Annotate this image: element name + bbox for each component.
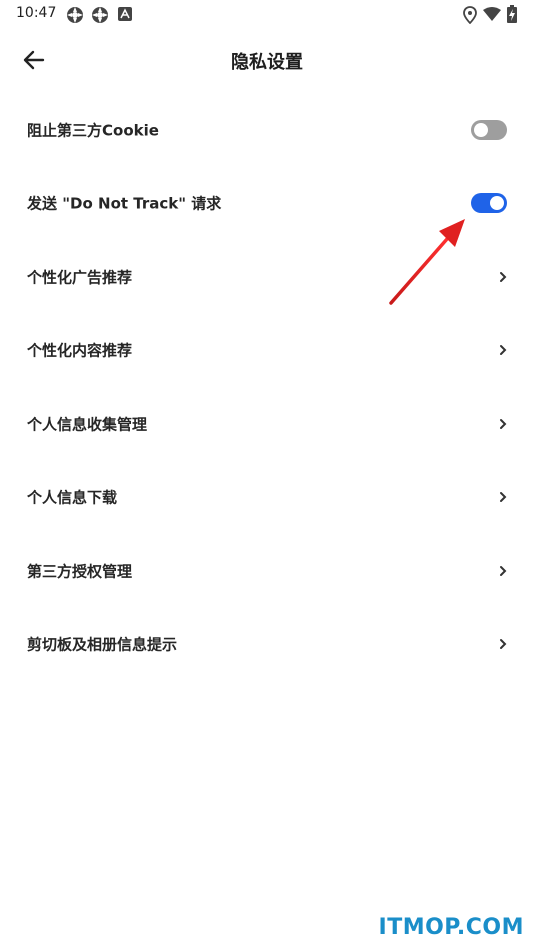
chevron-right-icon [500, 418, 507, 429]
chevron-right-icon [500, 638, 507, 649]
chevron-right-icon [500, 491, 507, 502]
toggle-knob [474, 122, 488, 137]
setting-row-info-download[interactable]: 个人信息下载 [0, 460, 534, 533]
wifi-icon [483, 7, 501, 21]
location-icon [463, 6, 477, 24]
chevron-right-icon [500, 344, 507, 355]
setting-row-content-recommendation[interactable]: 个性化内容推荐 [0, 313, 534, 386]
setting-row-third-party-auth[interactable]: 第三方授权管理 [0, 534, 534, 607]
setting-label: 个性化内容推荐 [27, 341, 133, 359]
setting-label: 个人信息下载 [27, 488, 118, 506]
do-not-track-toggle[interactable] [471, 192, 507, 213]
status-time: 10:47 [16, 5, 57, 21]
setting-label: 第三方授权管理 [27, 562, 133, 580]
setting-label: 个性化广告推荐 [27, 268, 133, 286]
battery-charging-icon [507, 5, 517, 23]
setting-row-block-cookie[interactable]: 阻止第三方Cookie [0, 93, 534, 166]
setting-row-info-collection[interactable]: 个人信息收集管理 [0, 387, 534, 460]
setting-label: 阻止第三方Cookie [27, 121, 159, 139]
chevron-right-icon [500, 271, 507, 282]
font-notification-icon [118, 7, 132, 21]
block-cookie-toggle[interactable] [471, 119, 507, 140]
toggle-knob [490, 195, 504, 210]
status-bar: 10:47 [0, 0, 534, 30]
app-bar: 隐私设置 [0, 30, 534, 90]
chevron-right-icon [500, 565, 507, 576]
app-notification-icon [92, 7, 108, 23]
watermark: ITMOP.COM [378, 915, 524, 940]
setting-label: 剪切板及相册信息提示 [27, 635, 178, 653]
app-notification-icon [67, 7, 83, 23]
annotation-arrow [389, 219, 465, 305]
setting-label: 个人信息收集管理 [27, 415, 148, 433]
page-title: 隐私设置 [231, 52, 303, 73]
setting-label: 发送 "Do Not Track" 请求 [27, 194, 222, 212]
setting-row-clipboard-album[interactable]: 剪切板及相册信息提示 [0, 607, 534, 680]
